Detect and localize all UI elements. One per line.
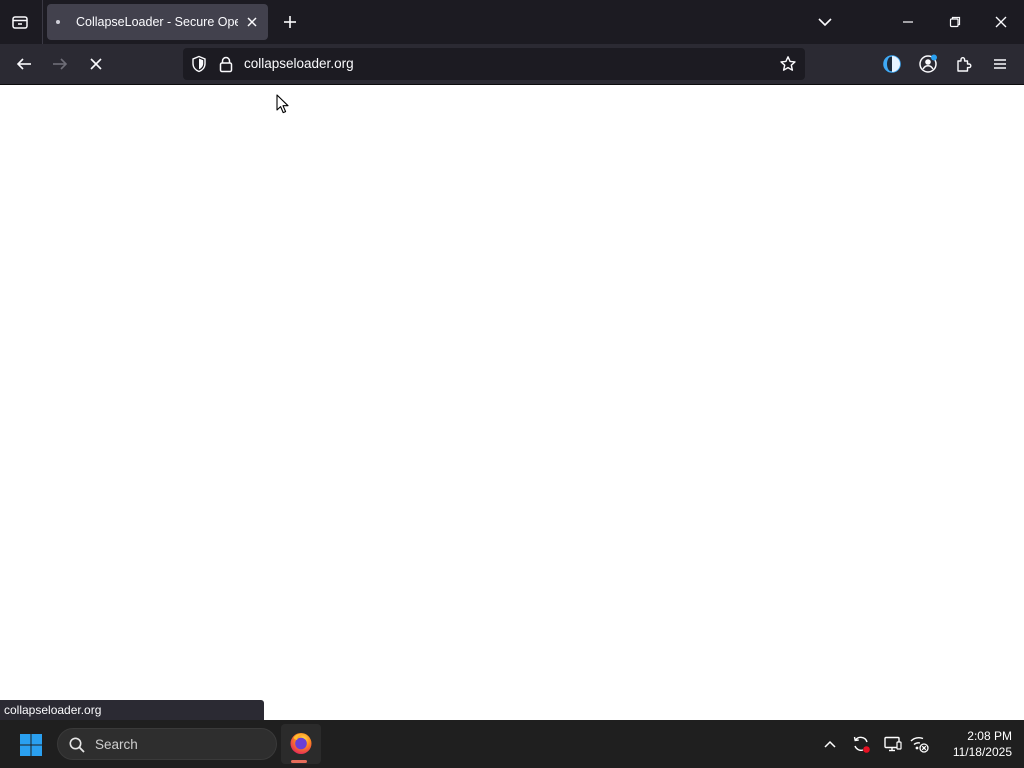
tracking-protection-button[interactable] <box>188 53 210 75</box>
clock-time: 2:08 PM <box>967 729 1012 743</box>
windows-logo-icon <box>20 734 42 756</box>
list-all-tabs-button[interactable] <box>811 8 839 36</box>
back-button[interactable] <box>9 49 39 79</box>
tab-close-button[interactable] <box>242 12 262 32</box>
search-placeholder: Search <box>95 737 138 752</box>
clock-date: 11/18/2025 <box>952 745 1012 759</box>
url-text[interactable]: collapseloader.org <box>244 56 354 72</box>
stop-icon <box>90 58 102 70</box>
window-restore-button[interactable] <box>938 7 972 37</box>
back-arrow-icon <box>16 58 31 70</box>
hamburger-menu-icon <box>994 59 1006 69</box>
loading-favicon-icon <box>56 20 60 24</box>
account-icon <box>919 54 937 73</box>
site-security-button[interactable] <box>216 53 236 75</box>
running-indicator <box>291 760 307 763</box>
minimize-icon <box>903 21 913 23</box>
window-close-button[interactable] <box>984 7 1018 37</box>
tab-overview-button[interactable] <box>4 6 36 38</box>
firefox-icon <box>290 733 312 754</box>
show-hidden-icons-button[interactable] <box>818 732 842 756</box>
network-disconnected-icon <box>910 737 929 753</box>
restore-icon <box>949 16 961 28</box>
page-content[interactable] <box>0 86 1024 720</box>
taskbar: Search 2:08 PM 11/18/2025 <box>0 720 1024 768</box>
tab-active[interactable]: CollapseLoader - Secure Open Source <box>47 4 268 40</box>
extensions-button[interactable] <box>949 49 979 79</box>
tab-strip: CollapseLoader - Secure Open Source <box>0 0 1024 44</box>
chevron-down-icon <box>818 18 832 27</box>
tab-separator <box>42 0 43 44</box>
link-status-panel: collapseloader.org <box>0 700 264 720</box>
search-icon <box>69 737 85 753</box>
account-button[interactable] <box>913 49 943 79</box>
shield-icon <box>192 55 206 73</box>
tray-sync-button[interactable] <box>849 732 873 756</box>
window-minimize-button[interactable] <box>891 7 925 37</box>
taskbar-app-firefox[interactable] <box>281 724 321 764</box>
tray-network-button[interactable] <box>907 732 931 756</box>
sync-icon <box>853 736 870 753</box>
dark-mode-icon <box>883 55 901 73</box>
close-icon <box>995 16 1007 28</box>
chevron-up-icon <box>824 740 836 748</box>
tray-display-button[interactable] <box>881 732 905 756</box>
navigation-toolbar: collapseloader.org <box>0 44 1024 85</box>
forward-button[interactable] <box>45 49 75 79</box>
star-icon <box>780 56 796 71</box>
bookmark-page-button[interactable] <box>777 53 799 75</box>
taskbar-search-box[interactable]: Search <box>57 728 277 760</box>
tab-title: CollapseLoader - Secure Open Source <box>76 15 238 29</box>
lock-icon <box>219 56 233 72</box>
address-bar[interactable]: collapseloader.org <box>183 48 805 80</box>
puzzle-icon <box>957 57 972 72</box>
new-tab-button[interactable] <box>276 8 304 36</box>
app-menu-button[interactable] <box>985 49 1015 79</box>
stop-loading-button[interactable] <box>81 49 111 79</box>
plus-icon <box>284 16 296 28</box>
close-icon <box>247 17 257 27</box>
display-icon <box>884 736 902 752</box>
tab-overview-icon <box>12 16 28 29</box>
dark-mode-extension-button[interactable] <box>877 49 907 79</box>
taskbar-clock[interactable]: 2:08 PM 11/18/2025 <box>936 728 1012 760</box>
mouse-cursor-icon <box>276 94 289 114</box>
start-button[interactable] <box>16 730 46 760</box>
forward-arrow-icon <box>53 58 68 70</box>
